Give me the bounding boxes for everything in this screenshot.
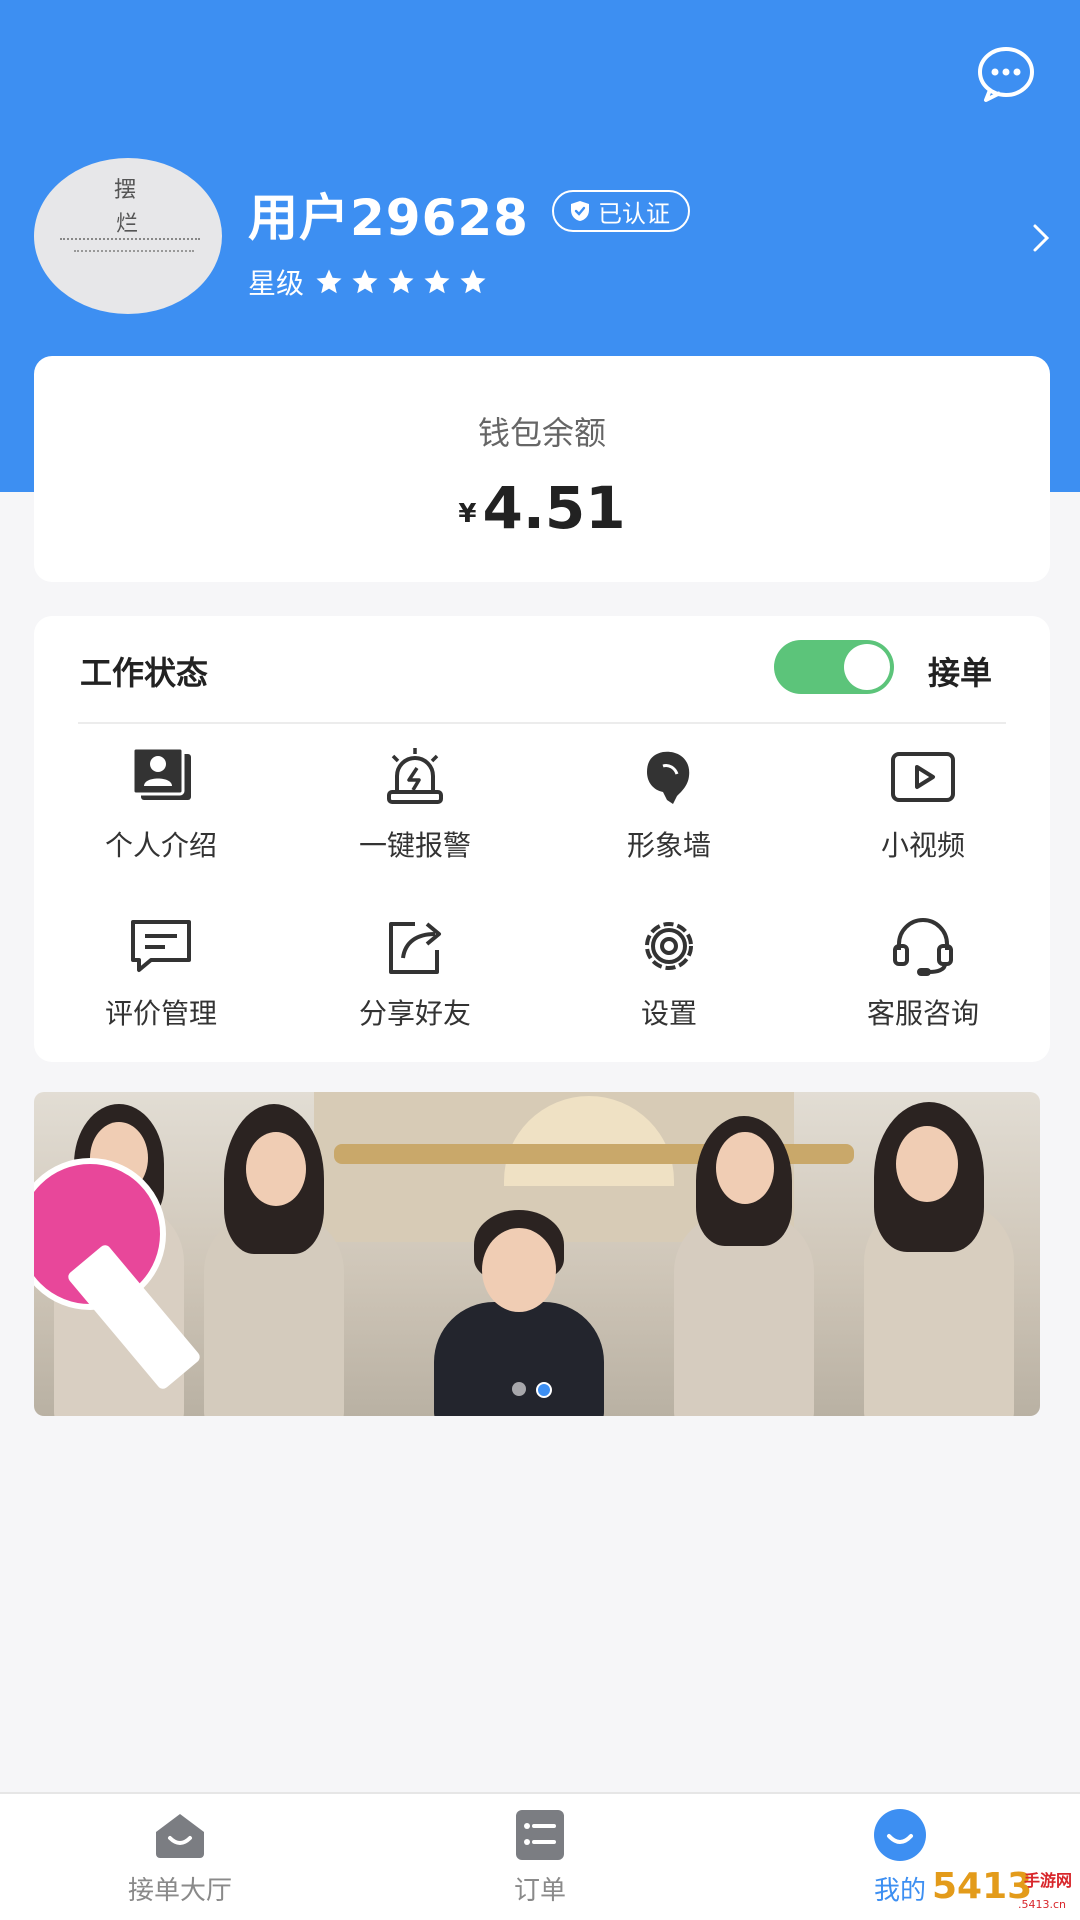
banner-figure	[716, 1132, 774, 1204]
carousel-dot-active[interactable]	[536, 1382, 552, 1398]
carousel-indicator	[512, 1382, 552, 1398]
feature-settings[interactable]: 设置	[542, 914, 796, 1054]
carousel-dot[interactable]	[512, 1382, 526, 1396]
feature-label: 个人介绍	[104, 829, 217, 862]
headset-icon	[893, 918, 953, 976]
feature-share-friends[interactable]: 分享好友	[288, 914, 542, 1054]
toggle-label: 接单	[928, 654, 993, 692]
verified-label: 已认证	[598, 199, 670, 228]
alarm-siren-icon	[387, 748, 443, 804]
bottom-tab-bar: 接单大厅 订单 我的	[0, 1792, 1080, 1920]
feature-label: 一键报警	[358, 829, 471, 862]
wallet-label: 钱包余额	[477, 414, 606, 452]
shield-check-icon	[571, 201, 589, 221]
star-icon	[388, 269, 414, 294]
feature-profile-intro[interactable]: 个人介绍	[34, 746, 288, 886]
feature-short-video[interactable]: 小视频	[796, 746, 1050, 886]
chat-bubble-icon[interactable]	[974, 42, 1038, 106]
feature-label: 小视频	[880, 829, 965, 862]
avatar-decoration	[60, 238, 200, 242]
feature-one-key-alarm[interactable]: 一键报警	[288, 746, 542, 886]
currency-symbol: ¥	[458, 499, 477, 529]
profile-face-icon	[874, 1809, 926, 1861]
banner-figure	[246, 1132, 306, 1206]
gear-icon	[645, 922, 693, 970]
screen: 摆 烂 用户29628 已认证 星级 钱包余额 ¥4.51 工作状态 接单 个人…	[0, 0, 1080, 1920]
feature-label: 客服咨询	[866, 997, 979, 1030]
star-icon	[352, 269, 378, 294]
banner-figure	[434, 1302, 604, 1416]
tab-order-hall[interactable]: 接单大厅	[80, 1808, 280, 1907]
verified-badge: 已认证	[552, 190, 690, 232]
feature-label: 形象墙	[626, 829, 711, 862]
star-icon	[316, 269, 342, 294]
wallet-card[interactable]: 钱包余额 ¥4.51	[34, 356, 1050, 582]
work-status-card: 工作状态 接单 个人介绍 一键报警 形象墙 小视频 评价管理 分享好友 设置 客…	[34, 616, 1050, 1062]
tab-label: 订单	[513, 1876, 566, 1906]
avatar-text: 烂	[116, 212, 139, 237]
username: 用户29628	[248, 189, 529, 247]
feature-image-wall[interactable]: 形象墙	[542, 746, 796, 886]
avatar[interactable]: 摆 烂	[34, 158, 222, 314]
tab-label: 接单大厅	[127, 1876, 232, 1906]
svg-text:.5413.cn: .5413.cn	[1018, 1898, 1066, 1911]
star-icon	[424, 269, 450, 294]
banner-figure	[482, 1228, 556, 1312]
feature-label: 分享好友	[358, 997, 471, 1030]
avatar-text: 摆	[114, 178, 137, 203]
svg-text:手游网: 手游网	[1024, 1871, 1072, 1890]
order-list-icon	[516, 1810, 564, 1860]
chevron-right-icon[interactable]	[1030, 220, 1054, 256]
feature-label: 设置	[640, 997, 697, 1030]
profile-card-icon	[131, 746, 191, 800]
balance-amount: 4.51	[482, 474, 626, 542]
feature-label: 评价管理	[104, 997, 217, 1030]
star-rating: 星级	[248, 262, 488, 302]
feature-review-management[interactable]: 评价管理	[34, 914, 288, 1054]
wallet-balance: ¥4.51	[34, 474, 1050, 542]
video-play-icon	[891, 752, 955, 802]
divider	[78, 722, 1006, 724]
portrait-icon	[647, 751, 690, 804]
star-label: 星级	[248, 267, 305, 300]
share-icon	[389, 922, 441, 974]
promo-banner[interactable]	[34, 1092, 1040, 1416]
avatar-decoration	[74, 250, 194, 254]
work-status-toggle[interactable]	[774, 640, 894, 694]
tab-orders[interactable]: 订单	[440, 1808, 640, 1907]
banner-figure	[896, 1126, 958, 1202]
work-status-title: 工作状态	[80, 654, 209, 692]
site-watermark-logo: 5413 手游网 .5413.cn	[926, 1858, 1080, 1920]
hall-icon	[156, 1814, 204, 1858]
comment-icon	[131, 920, 191, 972]
star-icon	[460, 269, 486, 294]
toggle-knob	[844, 644, 890, 690]
feature-customer-service[interactable]: 客服咨询	[796, 914, 1050, 1054]
